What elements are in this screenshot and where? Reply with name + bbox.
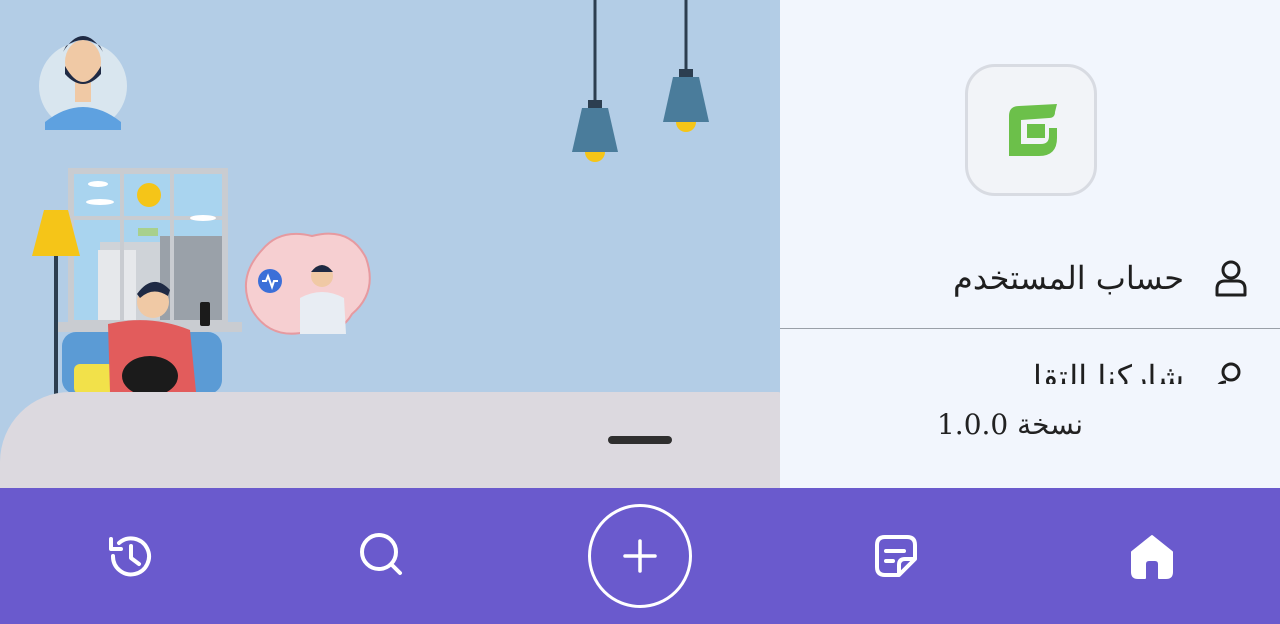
menu-item-share[interactable]: شاركنا التقا: [780, 330, 1280, 396]
nav-history-button[interactable]: [80, 488, 180, 624]
add-icon: [623, 539, 657, 573]
app-logo: [965, 64, 1097, 196]
notes-icon: [875, 535, 917, 577]
bottom-navigation-bar: [0, 488, 1280, 624]
nav-add-button[interactable]: [588, 504, 692, 608]
menu-item-label: حساب المستخدم: [953, 259, 1184, 297]
menu-item-user-account[interactable]: حساب المستخدم: [780, 228, 1280, 328]
nav-notes-button[interactable]: [846, 488, 946, 624]
nav-search-button[interactable]: [332, 488, 432, 624]
menu-divider: [780, 328, 1280, 329]
sheet-drag-handle[interactable]: [608, 436, 672, 444]
user-icon: [1212, 259, 1250, 297]
search-icon: [360, 533, 402, 575]
bottom-sheet[interactable]: [0, 392, 784, 502]
app-version: نسخة 1.0.0: [936, 408, 1083, 441]
home-icon: [1131, 535, 1173, 579]
side-drawer: حساب المستخدم شاركنا التقا نسخة 1.0.0: [780, 0, 1280, 488]
leaf-logo-icon: [1009, 104, 1057, 156]
history-icon: [109, 536, 151, 577]
nav-home-button[interactable]: [1102, 488, 1202, 624]
